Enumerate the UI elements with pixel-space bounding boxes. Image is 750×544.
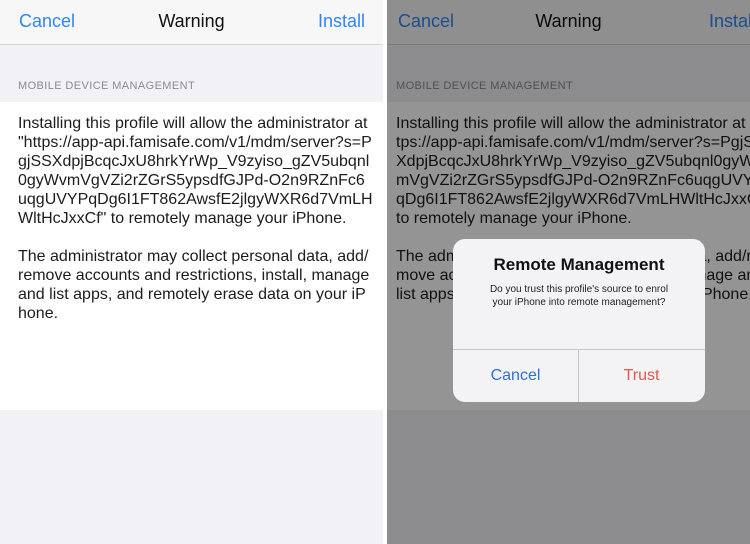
alert-message: Do you trust this profile's source to en… xyxy=(489,284,669,308)
navigation-bar: Cancel Warning Install xyxy=(0,0,383,45)
alert-trust-button[interactable]: Trust xyxy=(579,350,704,402)
alert-title: Remote Management xyxy=(493,255,665,274)
profile-warning-screen: Cancel Warning Install MOBILE DEVICE MAN… xyxy=(0,0,383,544)
install-button[interactable]: Install xyxy=(318,11,365,32)
warning-paragraph-admin: The administrator may collect personal d… xyxy=(18,248,370,322)
warning-card[interactable]: Installing this profile will allow the a… xyxy=(0,102,383,410)
warning-paragraph-profile: Installing this profile will allow the a… xyxy=(18,115,373,227)
remote-management-screen: Cancel Warning Install MOBILE DEVICE MAN… xyxy=(387,0,750,544)
alert-cancel-button[interactable]: Cancel xyxy=(453,350,578,402)
section-header: MOBILE DEVICE MANAGEMENT xyxy=(18,80,196,92)
warning-text: Installing this profile will allow the a… xyxy=(18,114,373,323)
remote-management-alert: Remote Management Do you trust this prof… xyxy=(453,239,705,402)
